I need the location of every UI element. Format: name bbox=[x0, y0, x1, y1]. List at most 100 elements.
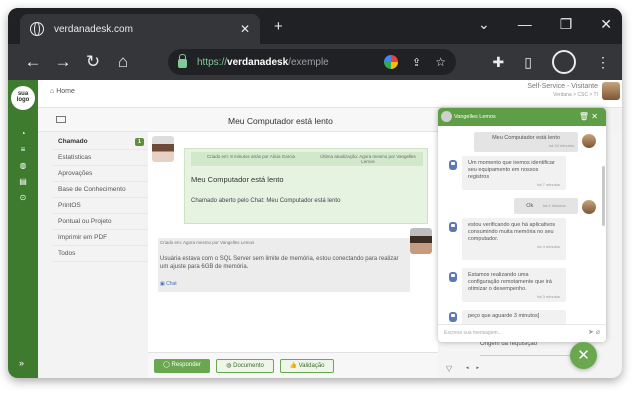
share-icon[interactable]: ⇪ bbox=[412, 56, 421, 69]
chat-header: Vangelles Lemos 🗑 ✕ bbox=[438, 108, 606, 126]
filter-icon[interactable]: ▽ bbox=[446, 364, 452, 373]
restore-icon[interactable]: ❐ bbox=[560, 16, 573, 33]
window-close-icon[interactable]: ✕ bbox=[600, 16, 612, 33]
reply-button[interactable]: ◯ Responder bbox=[154, 359, 210, 373]
book-icon[interactable]: ▤ bbox=[18, 178, 28, 186]
chat-message-time: há 10 minutos bbox=[548, 143, 574, 148]
profile-label: Self-Service - Visitante bbox=[527, 83, 598, 90]
agent-chat-icon bbox=[449, 312, 457, 322]
bookmark-star-icon[interactable]: ☆ bbox=[435, 55, 446, 69]
minimize-icon[interactable]: — bbox=[518, 16, 532, 33]
document-button[interactable]: ◍ Documento bbox=[216, 359, 274, 373]
followup-item[interactable]: Criado em: 8 minutos atrás por Alicia Ga… bbox=[184, 148, 428, 224]
list-icon[interactable]: ≡ bbox=[18, 146, 28, 154]
action-bar: ◯ Responder ◍ Documento 👍 Validação bbox=[148, 352, 438, 378]
send-icon[interactable]: ➤ bbox=[588, 329, 594, 336]
profile-info[interactable]: Self-Service - Visitante Verdana > CSC >… bbox=[527, 83, 598, 99]
extensions-icon[interactable]: ✚ bbox=[493, 54, 505, 71]
reply-label: Responder bbox=[171, 362, 201, 368]
address-bar[interactable]: https://verdanadesk/exemple ⇪ ☆ bbox=[168, 49, 456, 75]
chat-message-agent: Um momento que iremos identificar seu eq… bbox=[462, 156, 566, 190]
validation-button[interactable]: 👍 Validação bbox=[280, 359, 334, 373]
agent-chat-icon bbox=[449, 160, 457, 170]
chat-message-text: Ok bbox=[526, 203, 534, 209]
tab-imprimir-pdf[interactable]: Imprimir em PDF bbox=[52, 230, 148, 246]
tab-chamado[interactable]: Chamado 1 bbox=[52, 134, 148, 150]
ticket-title: Meu Computador está lento bbox=[228, 116, 333, 126]
browser-window: verdanadesk.com ✕ + ⌄ — ❐ ✕ ← → ↻ ⌂ http… bbox=[8, 8, 622, 378]
chat-message-text: estou verificando que há aplicativos con… bbox=[468, 222, 556, 242]
task-meta: Criado em: Agora mesmo por Vangelles Lem… bbox=[160, 240, 255, 245]
profile-icon[interactable] bbox=[552, 50, 576, 74]
breadcrumb-home[interactable]: ⌂ Home bbox=[50, 88, 75, 95]
pager-arrows[interactable]: ◂▸ bbox=[466, 365, 487, 371]
google-icon[interactable] bbox=[384, 55, 399, 69]
tab-strip: verdanadesk.com ✕ + ⌄ — ❐ ✕ bbox=[8, 8, 622, 44]
tab-estatisticas[interactable]: Estatísticas bbox=[52, 150, 148, 166]
ticket-icon bbox=[56, 116, 66, 123]
url-protocol: https:// bbox=[197, 56, 228, 68]
chat-toggle-button[interactable]: ✕ bbox=[570, 342, 597, 369]
entity-path: Verdana > CSC > TI bbox=[553, 92, 598, 98]
tab-aprovacoes[interactable]: Aprovações bbox=[52, 166, 148, 182]
chat-close-icon[interactable]: ✕ bbox=[591, 112, 598, 121]
tab-close-icon[interactable]: ✕ bbox=[240, 22, 250, 36]
chat-message-agent: peço que aguarde 3 minutos] bbox=[462, 310, 566, 324]
chat-message-user: Ok há 6 minutos bbox=[514, 198, 578, 214]
chat-input[interactable]: Escreva sua mensagem... bbox=[444, 330, 502, 336]
user-avatar[interactable] bbox=[602, 82, 620, 100]
menu-icon[interactable]: ⋮ bbox=[596, 54, 610, 71]
chat-message-agent: estou verificando que há aplicativos con… bbox=[462, 218, 566, 260]
tab-printos[interactable]: PrintOS bbox=[52, 198, 148, 214]
technician-avatar bbox=[410, 228, 432, 254]
chat-message-text: Meu Computador está lento bbox=[492, 135, 560, 141]
tab-search-icon[interactable]: ⌄ bbox=[478, 16, 490, 33]
tab-pontual-projeto[interactable]: Pontual ou Projeto bbox=[52, 214, 148, 230]
expand-sidebar-icon[interactable]: » bbox=[19, 358, 24, 368]
tab-todos[interactable]: Todos bbox=[52, 246, 148, 262]
followup-subject: Meu Computador está lento bbox=[191, 175, 284, 184]
chat-messages: Meu Computador está lento há 10 minutos … bbox=[438, 126, 606, 324]
agent-chat-icon bbox=[449, 272, 457, 282]
home-icon[interactable]: ⌂ bbox=[108, 52, 138, 72]
app-sidebar: sua logo ◔ ≡ ◍ ▤ ⊙ » bbox=[8, 80, 38, 378]
chat-message-text: peço que aguarde 3 minutos] bbox=[468, 313, 540, 319]
chat-message-text: Estamos realizando uma configuração remo… bbox=[468, 272, 552, 292]
followup-body: Chamado aberto pelo Chat: Meu Computador… bbox=[191, 198, 341, 204]
logo-line2: logo bbox=[16, 97, 30, 103]
task-item[interactable]: Criado em: Agora mesmo por Vangelles Lem… bbox=[158, 238, 410, 292]
side-panel-icon[interactable]: ▯ bbox=[524, 54, 532, 71]
reload-icon[interactable]: ↻ bbox=[78, 52, 108, 72]
new-tab-button[interactable]: + bbox=[274, 18, 283, 35]
forward-icon[interactable]: → bbox=[48, 52, 78, 72]
chat-scrollbar[interactable] bbox=[602, 166, 605, 226]
count-badge: 1 bbox=[134, 138, 144, 146]
app-header: ⌂ Home Self-Service - Visitante Verdana … bbox=[38, 80, 622, 108]
ticket-title-bar: Meu Computador está lento bbox=[38, 108, 438, 132]
settings-icon[interactable]: ⊙ bbox=[18, 194, 28, 202]
chat-message-time: há 6 minutos bbox=[542, 203, 566, 208]
chat-tag[interactable]: ▣ Chat bbox=[160, 281, 177, 287]
followup-created: Criado em: 8 minutos atrás por Alicia Ga… bbox=[206, 154, 296, 159]
tab-base-conhecimento[interactable]: Base de Conhecimento bbox=[52, 182, 148, 198]
tab-title: verdanadesk.com bbox=[54, 23, 133, 35]
user-chat-avatar bbox=[582, 200, 596, 214]
chat-agent-avatar bbox=[441, 111, 452, 122]
assistance-icon[interactable]: ◔ bbox=[18, 130, 28, 138]
trash-icon[interactable]: 🗑 bbox=[579, 112, 589, 121]
origem-field[interactable] bbox=[480, 355, 570, 356]
brand-logo[interactable]: sua logo bbox=[11, 86, 35, 110]
browser-tab[interactable]: verdanadesk.com ✕ bbox=[20, 14, 260, 44]
globe-icon bbox=[30, 22, 44, 36]
chat-message-user: Meu Computador está lento há 10 minutos bbox=[474, 132, 578, 152]
back-icon[interactable]: ← bbox=[18, 52, 48, 72]
chat-input-area: Escreva sua mensagem... ➤ ⌀ bbox=[438, 324, 606, 342]
chat-message-time: há 4 minutos bbox=[537, 244, 560, 249]
globe-nav-icon[interactable]: ◍ bbox=[18, 162, 28, 170]
url-path: /exemple bbox=[288, 56, 329, 68]
window-controls: ⌄ — ❐ ✕ bbox=[478, 16, 612, 33]
tab-label: Chamado bbox=[58, 138, 88, 145]
attach-icon[interactable]: ⌀ bbox=[596, 329, 600, 336]
document-label: Documento bbox=[233, 363, 264, 369]
requester-avatar bbox=[152, 136, 174, 162]
